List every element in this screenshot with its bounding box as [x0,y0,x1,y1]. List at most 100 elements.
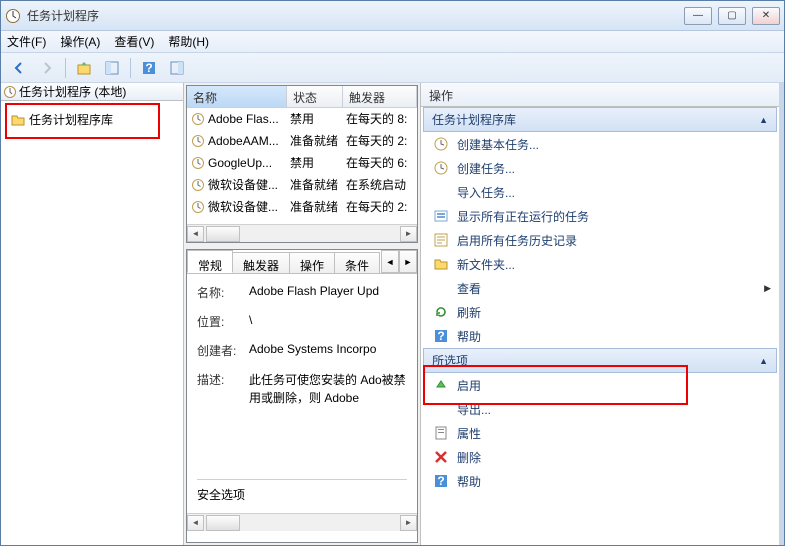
col-status[interactable]: 状态 [287,86,343,107]
tab-conditions[interactable]: 条件 [334,252,380,273]
new-folder-icon [433,256,449,272]
col-name[interactable]: 名称 [187,86,287,107]
menu-action[interactable]: 操作(A) [60,33,100,50]
action-properties[interactable]: 属性 [423,421,777,445]
toolbar: ? [1,53,784,83]
enable-icon [433,377,449,393]
section-title-text: 任务计划程序库 [432,111,516,128]
task-clock-icon [191,112,205,126]
task-row[interactable]: AdobeAAM...准备就绪在每天的 2: [187,130,417,152]
action-delete[interactable]: 删除 [423,445,777,469]
submenu-arrow-icon: ▶ [764,283,771,294]
tree-library-node[interactable]: 任务计划程序库 [5,107,179,132]
task-row[interactable]: Adobe Flas...禁用在每天的 8: [187,108,417,130]
task-row[interactable]: 微软设备健...准备就绪在每天的 2: [187,196,417,218]
scroll-thumb[interactable] [206,515,240,531]
scroll-right-button[interactable]: ► [400,226,417,242]
label-desc: 描述: [197,371,249,388]
task-icon [433,160,449,176]
menu-view[interactable]: 查看(V) [114,33,154,50]
action-view[interactable]: 查看 ▶ [423,276,777,300]
content-area: 任务计划程序 (本地) 任务计划程序库 名称 状态 触发器 Adobe Flas… [1,83,784,545]
history-icon [433,232,449,248]
window-controls: — ▢ ✕ [684,7,780,25]
value-author: Adobe Systems Incorpo [249,342,407,356]
detail-horizontal-scrollbar[interactable]: ◄ ► [187,513,417,531]
cell-status: 禁用 [290,154,346,171]
blank-icon [433,280,449,296]
toolbar-separator [65,58,66,78]
menubar: 文件(F) 操作(A) 查看(V) 帮助(H) [1,31,784,53]
actions-pane-header: 操作 [421,83,779,107]
value-desc: 此任务可使您安装的 Ado被禁用或删除，则 Adobe [249,371,407,407]
task-row[interactable]: 微软设备健...准备就绪在系统启动 [187,174,417,196]
tree-root-node[interactable]: 任务计划程序 (本地) [1,83,183,101]
forward-button[interactable] [35,56,59,80]
action-enable[interactable]: 启用 [423,373,777,397]
refresh-icon [433,304,449,320]
action-create-task[interactable]: 创建任务... [423,156,777,180]
app-icon [5,8,21,24]
task-wizard-icon [433,136,449,152]
collapse-arrow-icon: ▲ [759,115,768,125]
task-clock-icon [191,178,205,192]
cell-status: 准备就绪 [290,132,346,149]
tab-actions[interactable]: 操作 [289,252,335,273]
back-button[interactable] [7,56,31,80]
task-row[interactable]: GoogleUp...禁用在每天的 6: [187,152,417,174]
tab-triggers[interactable]: 触发器 [232,252,290,273]
menu-file[interactable]: 文件(F) [7,33,46,50]
tab-scroll-right[interactable]: ► [399,250,417,273]
up-button[interactable] [72,56,96,80]
tab-general[interactable]: 常规 [187,250,233,273]
action-export[interactable]: 导出... [423,397,777,421]
scroll-right-button[interactable]: ► [400,515,417,531]
detail-tabs: 常规 触发器 操作 条件 ◄ ► [187,250,417,274]
toolbar-separator [130,58,131,78]
cell-trigger: 在每天的 2: [346,132,417,149]
export-icon [433,401,449,417]
label-location: 位置: [197,313,249,330]
tab-scroll-left[interactable]: ◄ [381,250,399,273]
actions-pane: 操作 任务计划程序库 ▲ 创建基本任务... 创建任务... 导入任务... [421,83,784,545]
panel-toggle-1[interactable] [100,56,124,80]
tab-scroll: ◄ ► [381,250,417,273]
action-refresh[interactable]: 刷新 [423,300,777,324]
task-detail-panel: 常规 触发器 操作 条件 ◄ ► 名称: Adobe Flash Player … [186,249,418,543]
scroll-left-button[interactable]: ◄ [187,226,204,242]
panel-toggle-2[interactable] [165,56,189,80]
actions-section-library[interactable]: 任务计划程序库 ▲ [423,107,777,132]
running-tasks-icon [433,208,449,224]
action-create-basic-task[interactable]: 创建基本任务... [423,132,777,156]
value-name: Adobe Flash Player Upd [249,284,407,298]
cell-trigger: 在每天的 2: [346,198,417,215]
titlebar[interactable]: 任务计划程序 — ▢ ✕ [1,1,784,31]
minimize-button[interactable]: — [684,7,712,25]
menu-help[interactable]: 帮助(H) [168,33,209,50]
grid-body[interactable]: Adobe Flas...禁用在每天的 8:AdobeAAM...准备就绪在每天… [187,108,417,224]
scroll-left-button[interactable]: ◄ [187,515,204,531]
action-help-1[interactable]: ? 帮助 [423,324,777,348]
delete-icon [433,449,449,465]
action-show-running[interactable]: 显示所有正在运行的任务 [423,204,777,228]
properties-icon [433,425,449,441]
tree-root-label: 任务计划程序 (本地) [19,83,126,100]
actions-section-selected[interactable]: 所选项 ▲ [423,348,777,373]
help-button[interactable]: ? [137,56,161,80]
action-help-2[interactable]: ? 帮助 [423,469,777,493]
cell-name: AdobeAAM... [208,134,290,148]
action-enable-history[interactable]: 启用所有任务历史记录 [423,228,777,252]
value-location: \ [249,313,407,327]
maximize-button[interactable]: ▢ [718,7,746,25]
action-new-folder[interactable]: 新文件夹... [423,252,777,276]
label-author: 创建者: [197,342,249,359]
task-clock-icon [191,134,205,148]
col-trigger[interactable]: 触发器 [343,86,417,107]
close-button[interactable]: ✕ [752,7,780,25]
action-import-task[interactable]: 导入任务... [423,180,777,204]
cell-name: GoogleUp... [208,156,290,170]
label-name: 名称: [197,284,249,301]
horizontal-scrollbar[interactable]: ◄ ► [187,224,417,242]
scroll-thumb[interactable] [206,226,240,242]
window-title: 任务计划程序 [27,7,684,24]
